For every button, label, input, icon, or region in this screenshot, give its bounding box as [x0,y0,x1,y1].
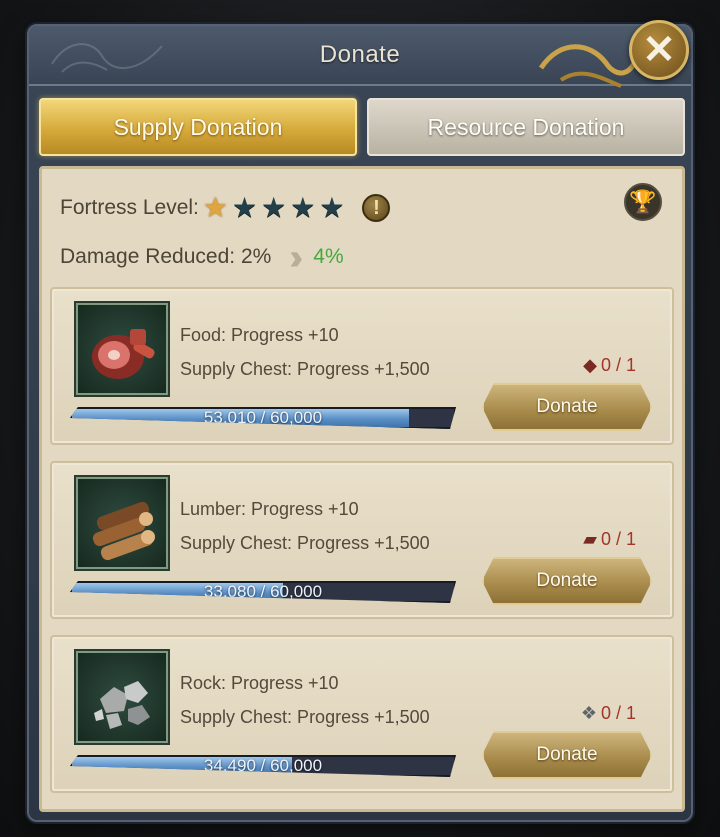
count-value: 0 / 1 [600,529,636,549]
stone-token-icon: ❖ [580,703,597,723]
exclamation-icon[interactable]: ! [362,194,391,222]
damage-next-value: 4% [313,245,344,268]
donate-button-label: Donate [536,744,598,765]
progress-bar: 34,490 / 60,000 [70,755,456,777]
fortress-level-label: Fortress Level: [60,196,199,219]
card-progress-line: Food: Progress +10 [180,325,339,345]
star-icon-empty: ★ [232,192,258,223]
donation-card-food: Food: Progress +10 Supply Chest: Progres… [50,287,674,445]
meat-token-icon: ◆ [583,355,597,375]
tab-supply-donation[interactable]: Supply Donation [39,98,357,156]
meat-icon [76,303,168,395]
donate-button-label: Donate [536,570,598,591]
card-chest-line: Supply Chest: Progress +1,500 [180,707,430,727]
count-value: 0 / 1 [600,703,636,723]
donation-count: ▰ 0 / 1 [583,529,636,550]
dialog-title: Donate [319,41,401,68]
donate-dialog: Donate ✕ Supply Donation Resource Donati… [27,20,693,822]
star-icon-filled: ★ [202,192,228,223]
title-bar: Donate ✕ [29,20,691,88]
star-icon-empty: ★ [261,192,287,223]
donation-card-rock: Rock: Progress +10 Supply Chest: Progres… [50,635,674,793]
donate-button[interactable]: Donate [482,383,652,431]
card-progress-line: Lumber: Progress +10 [180,499,359,519]
star-icon-empty: ★ [290,192,316,223]
star-icon-empty: ★ [319,192,345,223]
log-token-icon: ▰ [583,529,597,549]
damage-reduced-row: Damage Reduced: 2% ›› 4% [60,236,344,277]
trophy-icon[interactable]: 🏆 [624,183,662,221]
donate-button-label: Donate [536,396,598,417]
donate-button[interactable]: Donate [482,557,652,605]
tab-resource-donation[interactable]: Resource Donation [367,98,685,156]
card-chest-line: Supply Chest: Progress +1,500 [180,359,430,379]
stones-icon [76,651,168,743]
close-x-icon: ✕ [642,28,676,72]
donation-count: ❖ 0 / 1 [581,703,636,724]
close-button[interactable]: ✕ [629,20,689,80]
progress-bar: 33,080 / 60,000 [70,581,456,603]
donation-tabs: Supply Donation Resource Donation [39,98,685,156]
card-chest-line: Supply Chest: Progress +1,500 [180,533,430,553]
close-ornament: ✕ [531,18,701,98]
damage-reduced-label: Damage Reduced: 2% [60,245,272,268]
progress-bar: 53,010 / 60,000 [70,407,456,429]
flourish-ornament [51,43,163,73]
tab-label: Resource Donation [427,113,625,140]
tab-label: Supply Donation [113,113,283,140]
donation-count: ◆ 0 / 1 [583,355,636,376]
donate-button[interactable]: Donate [482,731,652,779]
double-chevron-icon: ›› [289,236,303,277]
count-value: 0 / 1 [600,355,636,375]
fortress-level-row: Fortress Level: ★ ★ ★ ★ ★ ! [60,189,391,227]
progress-text: 33,080 / 60,000 [203,582,323,601]
progress-text: 53,010 / 60,000 [203,408,323,427]
donation-card-lumber: Lumber: Progress +10 Supply Chest: Progr… [50,461,674,619]
progress-text: 34,490 / 60,000 [203,756,323,775]
card-progress-line: Rock: Progress +10 [180,673,339,693]
logs-icon [76,477,168,569]
supply-panel: Fortress Level: ★ ★ ★ ★ ★ ! 🏆 Damage Red… [39,166,685,812]
